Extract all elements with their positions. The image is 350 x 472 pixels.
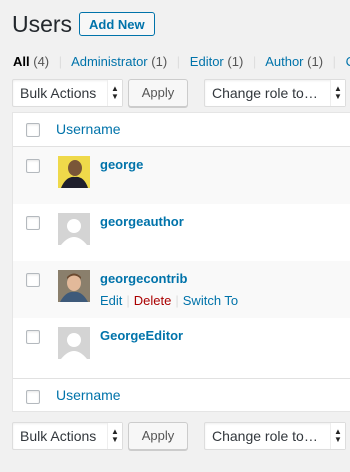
- action-separator: |: [175, 293, 179, 308]
- edit-link[interactable]: Edit: [100, 293, 122, 308]
- username-link[interactable]: georgecontrib: [100, 271, 187, 286]
- table-row: georgecontrib Edit | Delete | Switch To: [13, 261, 350, 318]
- table-header-row: Username: [13, 113, 350, 147]
- select-arrows-icon: ▲ ▼: [107, 80, 122, 106]
- filter-all-count: (4): [33, 54, 50, 69]
- page-title: Users: [12, 11, 73, 37]
- users-table: Username george georgeauthor georgecontr…: [12, 112, 350, 412]
- select-arrows-icon: ▲ ▼: [330, 423, 345, 449]
- bulk-actions-select-top[interactable]: Bulk Actions ▲ ▼: [12, 79, 123, 107]
- username-link[interactable]: GeorgeEditor: [100, 328, 183, 343]
- row-checkbox[interactable]: [26, 216, 40, 230]
- row-actions: Edit | Delete | Switch To: [100, 293, 238, 308]
- user-role-filters: All (4) | Administrator (1) | Editor (1)…: [13, 54, 350, 70]
- change-role-value: Change role to…: [212, 85, 318, 101]
- switch-to-link[interactable]: Switch To: [183, 293, 238, 308]
- table-row: georgeauthor: [13, 204, 350, 261]
- change-role-value: Change role to…: [212, 428, 318, 444]
- filter-all[interactable]: All: [13, 54, 30, 69]
- filter-editor[interactable]: Editor: [190, 54, 224, 69]
- action-separator: |: [126, 293, 130, 308]
- change-role-select-bottom[interactable]: Change role to… ▲ ▼: [204, 422, 346, 450]
- filter-separator: |: [332, 54, 337, 69]
- delete-link[interactable]: Delete: [134, 293, 172, 308]
- filter-separator: |: [58, 54, 63, 69]
- row-checkbox[interactable]: [26, 273, 40, 287]
- select-arrows-icon: ▲ ▼: [330, 80, 345, 106]
- filter-administrator[interactable]: Administrator: [71, 54, 148, 69]
- filter-editor-count: (1): [227, 54, 244, 69]
- bulk-actions-value: Bulk Actions: [20, 85, 97, 101]
- table-row: GeorgeEditor: [13, 318, 350, 378]
- filter-administrator-count: (1): [151, 54, 168, 69]
- change-role-select-top[interactable]: Change role to… ▲ ▼: [204, 79, 346, 107]
- filter-separator: |: [176, 54, 181, 69]
- bulk-actions-value: Bulk Actions: [20, 428, 97, 444]
- row-checkbox[interactable]: [26, 330, 40, 344]
- add-new-button[interactable]: Add New: [79, 12, 155, 36]
- row-checkbox[interactable]: [26, 159, 40, 173]
- username-column-footer[interactable]: Username: [56, 387, 121, 403]
- bulk-actions-select-bottom[interactable]: Bulk Actions ▲ ▼: [12, 422, 123, 450]
- select-all-checkbox[interactable]: [26, 123, 40, 137]
- filter-author[interactable]: Author: [265, 54, 303, 69]
- table-row: george: [13, 147, 350, 204]
- photo-avatar-icon: [58, 156, 90, 188]
- default-avatar-icon: [58, 213, 90, 245]
- username-link[interactable]: george: [100, 157, 143, 172]
- username-column-header[interactable]: Username: [56, 121, 121, 137]
- filter-author-count: (1): [307, 54, 324, 69]
- table-footer-row: Username: [13, 378, 350, 412]
- filter-contributor[interactable]: Co: [346, 54, 350, 69]
- select-arrows-icon: ▲ ▼: [107, 423, 122, 449]
- apply-button-top[interactable]: Apply: [128, 79, 188, 107]
- default-avatar-icon: [58, 327, 90, 359]
- photo-avatar-icon: [58, 270, 90, 302]
- select-all-checkbox-footer[interactable]: [26, 390, 40, 404]
- apply-button-bottom[interactable]: Apply: [128, 422, 188, 450]
- filter-separator: |: [252, 54, 257, 69]
- username-link[interactable]: georgeauthor: [100, 214, 184, 229]
